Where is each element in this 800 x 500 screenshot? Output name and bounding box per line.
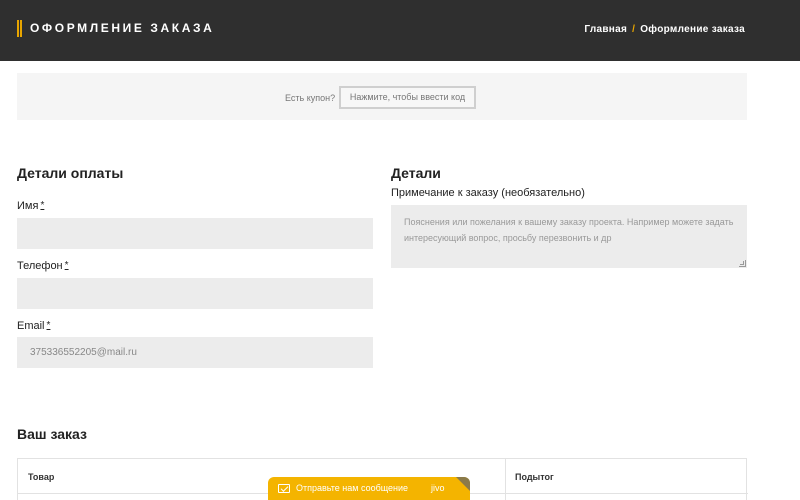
phone-label: Телефон * — [17, 260, 69, 272]
envelope-icon — [278, 484, 290, 493]
resize-handle-icon[interactable] — [739, 260, 746, 267]
name-label: Имя * — [17, 200, 44, 212]
billing-details-title: Детали оплаты — [17, 165, 124, 181]
chat-corner-fold — [456, 477, 470, 491]
coupon-label: Есть купон? — [285, 93, 336, 103]
breadcrumb-current: Оформление заказа — [640, 24, 745, 35]
email-label: Email * — [17, 320, 50, 332]
required-mark: * — [46, 320, 51, 331]
title-accent-bar — [17, 20, 22, 37]
chat-widget-label: Отправьте нам сообщение — [296, 483, 409, 493]
name-field[interactable] — [17, 218, 373, 249]
breadcrumb-separator: / — [632, 24, 636, 35]
chat-widget[interactable]: Отправьте нам сообщение jivo — [268, 477, 470, 500]
breadcrumb: Главная / Оформление заказа — [584, 24, 745, 35]
page-title: Оформление заказа — [30, 21, 215, 35]
page-header: Оформление заказа Главная / Оформление зак… — [0, 0, 800, 61]
phone-field[interactable] — [17, 278, 373, 309]
email-field[interactable]: 375336552205@mail.ru — [17, 337, 373, 368]
chat-brand-logo: jivo — [431, 483, 445, 493]
email-label-text: Email — [17, 320, 45, 332]
column-header-subtotal: Подытог — [515, 472, 554, 482]
order-note-placeholder: Пояснения или пожелания к вашему заказу … — [404, 217, 734, 243]
name-label-text: Имя — [17, 200, 39, 212]
required-mark: * — [64, 260, 69, 271]
column-header-product: Товар — [28, 472, 55, 482]
enter-coupon-button[interactable]: Нажмите, чтобы ввести код — [339, 86, 476, 109]
your-order-title: Ваш заказ — [17, 426, 87, 442]
coupon-bar: Есть купон? Нажмите, чтобы ввести код — [17, 73, 747, 120]
order-note-textarea[interactable]: Пояснения или пожелания к вашему заказу … — [391, 205, 747, 268]
details-title: Детали — [391, 165, 441, 181]
order-note-label: Примечание к заказу (необязательно) — [391, 187, 585, 199]
breadcrumb-home-link[interactable]: Главная — [584, 24, 627, 35]
phone-label-text: Телефон — [17, 260, 63, 272]
required-mark: * — [40, 200, 45, 211]
